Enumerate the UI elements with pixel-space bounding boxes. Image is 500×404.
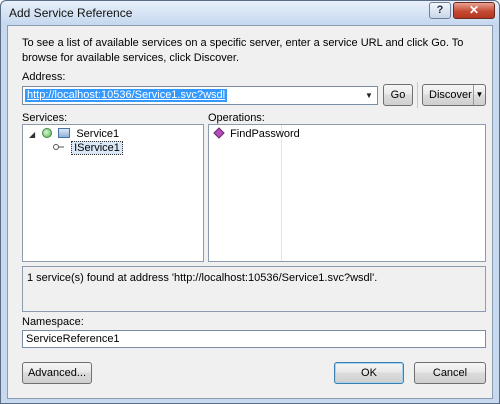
globe-icon xyxy=(42,128,53,138)
namespace-value[interactable]: ServiceReference1 xyxy=(26,333,120,345)
address-label: Address: xyxy=(22,71,66,83)
discover-label: Discover xyxy=(429,89,472,101)
toolbar-separator xyxy=(417,82,418,108)
tree-node-service1[interactable]: ◢ Service1 xyxy=(29,127,119,141)
services-tree[interactable]: ◢ Service1 IService1 xyxy=(22,124,204,262)
column-divider xyxy=(281,125,282,261)
title-bar[interactable]: Add Service Reference ? ✕ xyxy=(1,1,499,25)
dialog-body: To see a list of available services on a… xyxy=(7,25,493,399)
chevron-down-icon[interactable]: ▼ xyxy=(363,89,375,102)
services-label: Services: xyxy=(22,112,68,124)
namespace-label: Namespace: xyxy=(22,316,84,328)
collapse-arrow-icon[interactable]: ◢ xyxy=(29,130,35,139)
intro-text: To see a list of available services on a… xyxy=(22,37,464,64)
cancel-button[interactable]: Cancel xyxy=(414,362,486,384)
service-icon xyxy=(58,128,71,138)
go-button[interactable]: Go xyxy=(383,84,413,106)
add-service-reference-dialog: Add Service Reference ? ✕ To see a list … xyxy=(0,0,500,404)
operation-item[interactable]: FindPassword xyxy=(213,127,300,141)
status-box: 1 service(s) found at address 'http://lo… xyxy=(22,266,486,312)
method-icon xyxy=(213,127,225,139)
discover-button[interactable]: Discover ▼ xyxy=(422,84,486,106)
tree-node-label: IService1 xyxy=(71,141,123,155)
tree-node-iservice1[interactable]: IService1 xyxy=(53,141,123,155)
operations-list[interactable]: FindPassword xyxy=(208,124,486,262)
tree-node-label: Service1 xyxy=(76,128,120,140)
address-combobox[interactable]: http://localhost:10536/Service1.svc?wsdl… xyxy=(22,86,378,105)
discover-dropdown-arrow-icon[interactable]: ▼ xyxy=(473,85,485,105)
help-button[interactable]: ? xyxy=(429,2,451,19)
status-text: 1 service(s) found at address 'http://lo… xyxy=(27,272,378,284)
dialog-title: Add Service Reference xyxy=(9,6,133,20)
interface-icon xyxy=(53,144,64,150)
address-input-value[interactable]: http://localhost:10536/Service1.svc?wsdl xyxy=(25,89,228,102)
ok-button[interactable]: OK xyxy=(334,362,404,384)
operations-label: Operations: xyxy=(208,112,265,124)
operation-label: FindPassword xyxy=(230,128,300,140)
namespace-input[interactable]: ServiceReference1 xyxy=(22,330,486,348)
advanced-button[interactable]: Advanced... xyxy=(22,362,92,384)
close-button[interactable]: ✕ xyxy=(453,2,495,19)
